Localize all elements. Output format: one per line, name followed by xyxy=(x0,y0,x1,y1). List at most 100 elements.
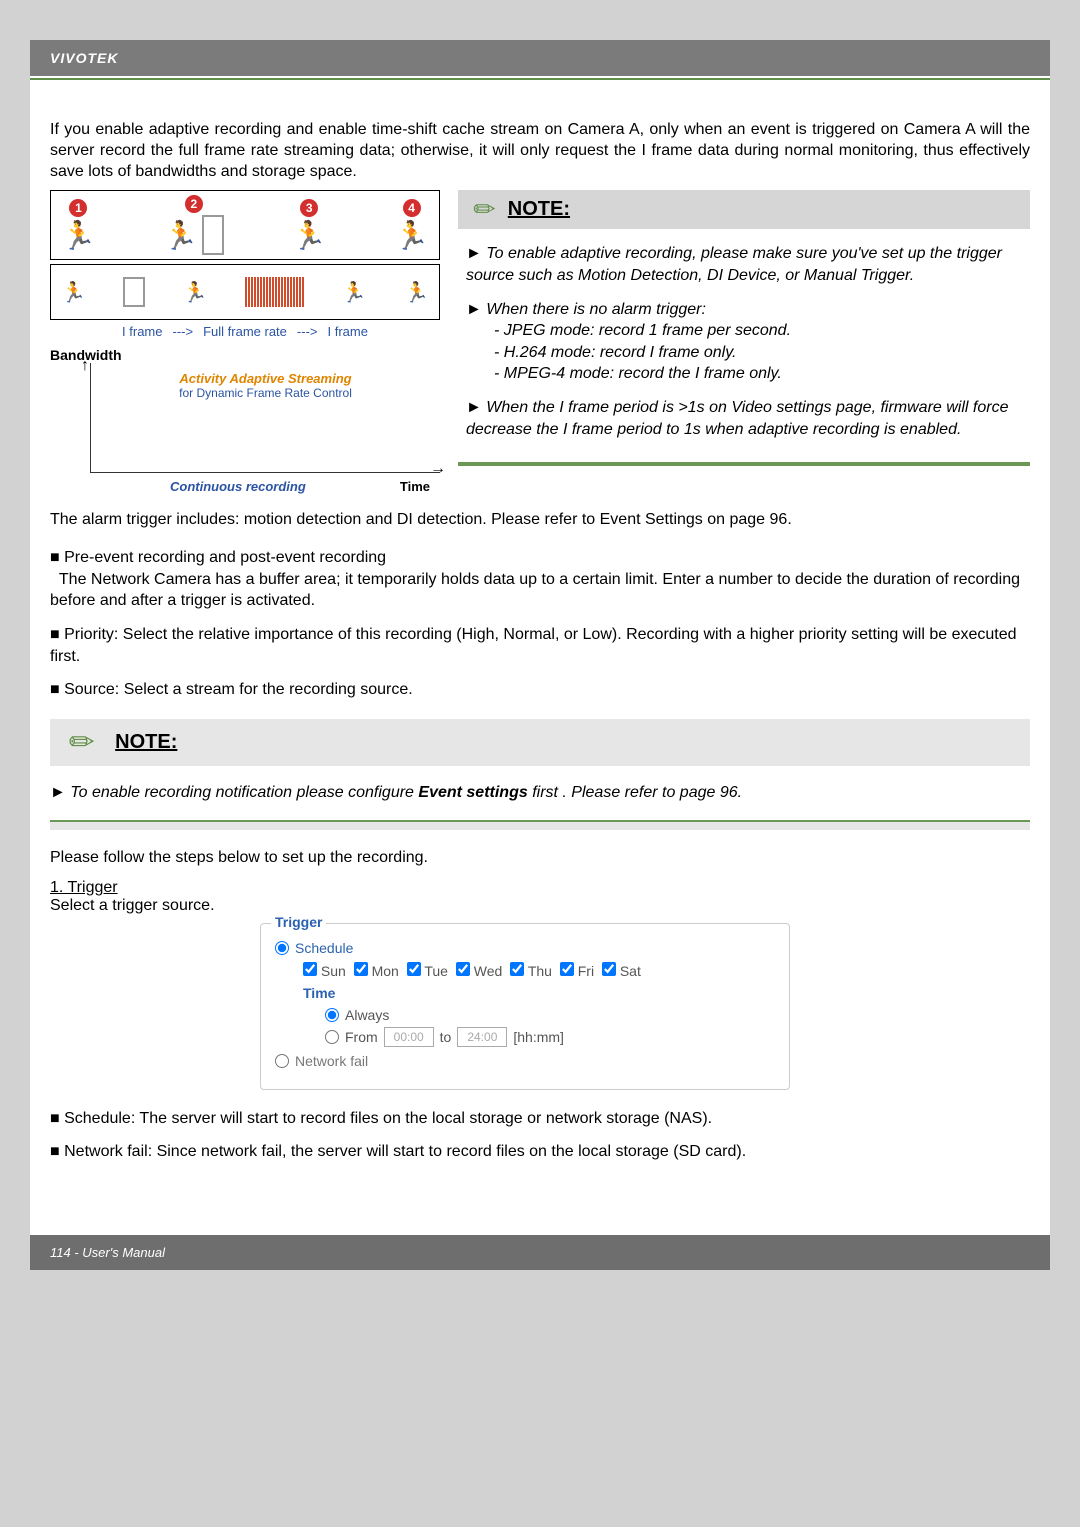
tail-schedule: ■ Schedule: The server will start to rec… xyxy=(50,1108,1030,1130)
note-title: NOTE: xyxy=(508,198,570,221)
diagram-top-box: 1 🏃 2 🏃 3 🏃 xyxy=(50,190,440,260)
pencil-icon: ✎ xyxy=(61,721,104,764)
page: VIVOTEK If you enable adaptive recording… xyxy=(30,40,1050,1270)
from-time-input[interactable] xyxy=(384,1027,434,1047)
pencil-icon: ✎ xyxy=(466,191,503,228)
pre-event-title: Pre-event recording and post-event recor… xyxy=(64,549,386,566)
aas-label: Activity Adaptive Streaming xyxy=(91,363,440,386)
day-mon-checkbox[interactable] xyxy=(354,962,368,976)
to-label: to xyxy=(440,1029,452,1045)
badge-2-icon: 2 xyxy=(185,195,203,213)
badge-4-icon: 4 xyxy=(403,199,421,217)
note-box-2-header: ✎ NOTE: xyxy=(50,719,1030,766)
day-fri-label: Fri xyxy=(578,963,594,979)
pre-event-body: The Network Camera has a buffer area; it… xyxy=(50,571,1020,610)
days-row: Sun Mon Tue Wed Thu Fri Sat xyxy=(275,962,775,979)
day-sun-label: Sun xyxy=(321,963,346,979)
day-thu-checkbox[interactable] xyxy=(510,962,524,976)
tail-network-text: Network fail: Since network fail, the se… xyxy=(64,1143,746,1160)
tail-bullets: ■ Schedule: The server will start to rec… xyxy=(50,1108,1030,1163)
step1-sub: Select a trigger source. xyxy=(50,897,1030,915)
page-footer: 114 - User's Manual xyxy=(30,1235,1050,1270)
trigger-legend: Trigger xyxy=(271,914,326,930)
badge-1-icon: 1 xyxy=(69,199,87,217)
time-label: Time xyxy=(303,985,775,1001)
runner-small-icon: 🏃 xyxy=(404,280,429,305)
note-box-1: ✎ NOTE: ► To enable adaptive recording, … xyxy=(458,190,1030,466)
note2-title: NOTE: xyxy=(115,731,177,754)
time-section: Time Always From to [hh:mm] xyxy=(275,985,775,1047)
door-icon xyxy=(123,277,145,307)
content: If you enable adaptive recording and ena… xyxy=(30,80,1050,1195)
tail-schedule-text: Schedule: The server will start to recor… xyxy=(64,1110,712,1127)
note-item-1: To enable adaptive recording, please mak… xyxy=(466,245,1002,284)
network-fail-radio[interactable] xyxy=(275,1054,289,1068)
day-tue-checkbox[interactable] xyxy=(407,962,421,976)
from-radio[interactable] xyxy=(325,1030,339,1044)
day-tue-label: Tue xyxy=(424,963,448,979)
day-mon-label: Mon xyxy=(372,963,399,979)
trigger-fieldset: Trigger Schedule Sun Mon Tue Wed Thu Fri… xyxy=(260,923,790,1090)
intro-paragraph: If you enable adaptive recording and ena… xyxy=(50,120,1030,182)
priority-text: Priority: Select the relative importance… xyxy=(50,626,1017,665)
continuous-recording-label: Continuous recording xyxy=(170,479,306,494)
steps-intro: Please follow the steps below to set up … xyxy=(50,848,1030,869)
hhmm-label: [hh:mm] xyxy=(513,1029,564,1045)
scene-row-bottom: 🏃 🏃 🏃 🏃 xyxy=(55,269,435,315)
network-fail-label: Network fail xyxy=(295,1053,368,1069)
runner-icon: 🏃 xyxy=(163,219,198,252)
day-wed-checkbox[interactable] xyxy=(456,962,470,976)
x-axis-arrow-icon: → xyxy=(430,460,446,478)
always-radio[interactable] xyxy=(325,1008,339,1022)
fullframe-label: Full frame rate xyxy=(203,324,287,339)
runner-small-icon: 🏃 xyxy=(61,280,86,305)
schedule-label: Schedule xyxy=(295,940,353,956)
step1-heading: 1. Trigger xyxy=(50,879,1030,897)
footer-text: 114 - User's Manual xyxy=(50,1245,165,1260)
runner-small-icon: 🏃 xyxy=(183,280,208,305)
schedule-radio[interactable] xyxy=(275,941,289,955)
network-fail-radio-row: Network fail xyxy=(275,1053,775,1069)
note2-post: first . Please refer to page 96. xyxy=(528,784,742,801)
to-time-input[interactable] xyxy=(457,1027,507,1047)
continuous-recording-row: Continuous recording Time xyxy=(50,479,440,494)
tail-network: ■ Network fail: Since network fail, the … xyxy=(50,1141,1030,1163)
day-sun-checkbox[interactable] xyxy=(303,962,317,976)
day-sat-checkbox[interactable] xyxy=(602,962,616,976)
note2-body: ► To enable recording notification pleas… xyxy=(50,784,1030,802)
arrow-label: ---> xyxy=(297,324,318,339)
two-column: 1 🏃 2 🏃 3 🏃 xyxy=(50,190,1030,494)
from-to-row: From to [hh:mm] xyxy=(303,1027,775,1047)
frame-lines-icon xyxy=(245,277,304,307)
diagram-column: 1 🏃 2 🏃 3 🏃 xyxy=(50,190,440,494)
day-thu-label: Thu xyxy=(528,963,552,979)
runner-icon: 🏃 xyxy=(394,219,429,252)
note2-bottom-bar xyxy=(50,820,1030,830)
note-sub-2: - H.264 mode: record I frame only. xyxy=(466,342,1012,364)
note-body: ► To enable adaptive recording, please m… xyxy=(458,229,1030,462)
iframe-right-label: I frame xyxy=(328,324,368,339)
dfrc-label: for Dynamic Frame Rate Control xyxy=(91,386,440,400)
note-sub-3: - MPEG-4 mode: record the I frame only. xyxy=(466,363,1012,385)
header-bar: VIVOTEK xyxy=(30,40,1050,76)
brand-label: VIVOTEK xyxy=(50,50,118,66)
bullet-priority: ■ Priority: Select the relative importan… xyxy=(50,624,1030,667)
note-sub-1: - JPEG mode: record 1 frame per second. xyxy=(466,320,1012,342)
frame-labels: I frame ---> Full frame rate ---> I fram… xyxy=(50,324,440,339)
note-header: ✎ NOTE: xyxy=(458,190,1030,229)
note-item-3: When the I frame period is >1s on Video … xyxy=(466,399,1008,438)
diagram-bottom-box: 🏃 🏃 🏃 🏃 xyxy=(50,264,440,320)
source-text: Source: Select a stream for the recordin… xyxy=(64,681,413,698)
day-fri-checkbox[interactable] xyxy=(560,962,574,976)
note2-pre: To enable recording notification please … xyxy=(70,784,418,801)
always-radio-row: Always xyxy=(303,1007,775,1023)
day-sat-label: Sat xyxy=(620,963,641,979)
bullet-pre-event: ■ Pre-event recording and post-event rec… xyxy=(50,547,1030,612)
from-label: From xyxy=(345,1029,378,1045)
y-axis-arrow-icon: ↑ xyxy=(81,357,89,375)
door-icon xyxy=(202,215,224,255)
alarm-line: The alarm trigger includes: motion detec… xyxy=(50,510,1030,531)
runner-small-icon: 🏃 xyxy=(342,280,367,305)
note2-bold: Event settings xyxy=(418,784,527,801)
note-footer-bar xyxy=(458,462,1030,466)
